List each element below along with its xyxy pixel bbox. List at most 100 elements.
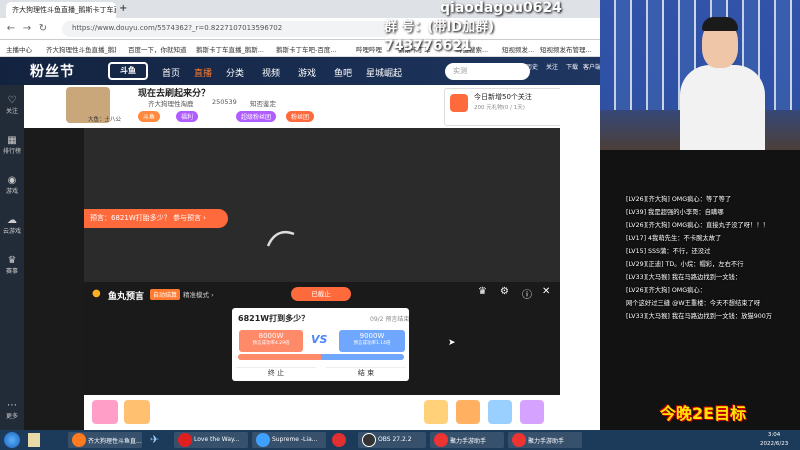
bookmark-item[interactable]: 鹅斯卡丁车直播_鹅斯... [196,44,266,54]
search-input[interactable]: 实测 [445,63,530,80]
nav-category[interactable]: 分类 [226,66,244,79]
browser-app-icon [72,433,86,447]
gamepad-icon: ◉ [7,175,17,186]
progress-fill-a [238,354,321,360]
badge-douyu[interactable]: 斗鱼 [138,111,161,122]
clock-date: 2022/6/23 [760,441,789,447]
bookmarks-bar: 主播中心 齐大狗理性斗鱼直播_鹅斯... 百度一下，你就知道 鹅斯卡丁车直播_鹅… [0,40,600,57]
webcam-person [680,65,765,150]
avatar-caption: 大鱼：土八公 [88,117,122,123]
forward-icon[interactable]: → [20,22,34,36]
obs-app-icon [362,433,376,447]
info-icon[interactable]: ⓘ [522,286,532,301]
precise-mode-link[interactable]: 精准模式 › [183,289,214,299]
bird-app-icon[interactable]: ✈ [150,433,159,446]
bookmark-item[interactable]: 主播中心 [6,44,32,54]
trophy-icon: ♛ [7,255,17,266]
new-tab-button[interactable]: + [118,2,132,18]
sidebar-item-cloud-game[interactable]: ☁ 云游戏 [0,215,24,235]
gift-icon[interactable] [124,400,150,424]
nav-game[interactable]: 游戏 [298,66,316,79]
sidebar-item-game[interactable]: ◉ 游戏 [0,175,24,195]
overlay-streamer-id: qiaodagou0624 [440,0,562,16]
client-icon[interactable]: 客户端 [582,62,602,71]
overlay-chat-line: [LV29][正迪] TD。小烷：帽彩，左右不行 [626,261,744,268]
file-explorer-icon[interactable] [28,433,40,447]
badge-super-fans[interactable]: 超级粉丝团 [236,111,277,122]
option-b-label: 9000W [359,332,385,340]
sidebar-item-esports[interactable]: ♛ 赛事 [0,255,24,275]
site-logo[interactable]: 粉丝节 [30,61,75,81]
heart-icon: ♡ [7,95,17,106]
bookmark-item[interactable]: 齐大狗理性斗鱼直播_鹅斯... [46,44,116,54]
supreme-app-icon [256,433,270,447]
flame-icon [450,94,468,112]
room-category[interactable]: 知否鉴定 [250,98,276,108]
browser-tab-active[interactable]: 齐大狗理性斗鱼直播_鹅斯卡丁车直... [6,2,116,18]
badge-welfare[interactable]: 福利 [176,111,199,122]
settings-icon[interactable]: ⚙ [500,286,509,297]
popup-title: 今日新增50个关注 [474,93,532,101]
stop-button[interactable]: 终 止 [236,367,316,379]
overlay-chat-line: [LV33][大马猴] 我在马路边找到一文钱：放猫900万 [626,313,773,320]
douyu-logo-icon[interactable]: 斗鱼 [108,62,148,80]
bookmark-item[interactable]: 百度一下，你就知道 [128,44,187,54]
option-a-odds: 预言成功率4.29倍 [252,341,290,346]
follow-icon[interactable]: 关注 [542,62,562,71]
more-icon: ⋯ [7,400,17,411]
history-icon[interactable]: 历史 [522,62,542,71]
mouse-cursor-icon: ➤ [448,338,456,348]
overlay-chat-list: [LV26][齐大狗] OMG疯心：等了等了 [LV39] 我是超强的小李哥：自… [626,194,796,326]
chat-panel [560,85,600,430]
overlay-chat-line: 网个这好过三缝 @W王重楼：今天不想结束了呀 [626,300,761,307]
cloud-icon: ☁ [7,215,17,226]
bookmark-item[interactable]: 短视频发... [502,44,534,54]
overlay-group-label: 群 号：(带ID加群) [384,20,495,35]
streamer-name[interactable]: 齐大狗理性淘鹿 [148,98,194,108]
mobile-assistant-icon [434,433,448,447]
red-app-icon[interactable] [332,433,346,447]
nav-video[interactable]: 视频 [262,66,280,79]
badge-fans[interactable]: 粉丝团 [286,111,315,122]
sidebar-item-more[interactable]: ⋯ 更多 [0,400,24,420]
option-b-button[interactable]: 9000W 预言成功率1.14倍 [339,330,405,352]
progress-fill-b [321,354,404,360]
overlay-goal: 今晚2E目标 [660,404,747,423]
gift-icon[interactable] [424,400,448,424]
gift-icon[interactable] [488,400,512,424]
fishball-icon: ● [92,288,101,299]
prediction-status-button[interactable]: 已截止 [291,287,351,301]
start-button-icon[interactable] [4,432,20,448]
option-a-button[interactable]: 8000W 预言成功率4.29倍 [239,330,303,352]
overlay-chat-line: [LV33][大马猴] 我在马路边找到一文钱： [626,274,742,281]
bookmark-item[interactable]: 鹅斯卡丁车吧-百度... [276,44,337,54]
gift-icon[interactable] [456,400,480,424]
bookmark-item[interactable]: 短视频发布管理... [540,44,592,54]
back-icon[interactable]: ← [4,22,18,36]
vs-label: VS [311,333,328,346]
nav-fishbar[interactable]: 鱼吧 [334,66,352,79]
overlay-group-number: 743776621 [384,38,472,54]
gift-icon[interactable] [92,400,118,424]
url-field[interactable]: https://www.douyu.com/5574362?_r=0.82271… [62,21,392,37]
prediction-banner[interactable]: 预言：6821W打胎多少？ 参与预言 › [84,209,228,228]
nav-home[interactable]: 首页 [162,66,180,79]
trophy-icon[interactable]: ♛ [478,286,487,297]
end-button[interactable]: 结 束 [326,367,406,379]
overlay-chat-line: [LV17] 4我萌先生：不卡腕太故了 [626,235,722,242]
close-icon[interactable]: ✕ [542,286,550,297]
sidebar-item-rank[interactable]: ▦ 排行榜 [0,135,24,155]
overlay-chat-line: [LV26][齐大狗] OMG疯心：直接丸子没了呀！！！ [626,222,769,229]
bookmark-item[interactable]: 哔哩哔哩 [356,44,382,54]
gift-icon[interactable] [520,400,544,424]
download-icon[interactable]: 下载 [562,62,582,71]
rank-icon: ▦ [7,135,17,146]
reload-icon[interactable]: ↻ [36,22,50,36]
prediction-title: 鱼丸预言 [108,292,145,302]
overlay-chat-line: [LV39] 我是超强的小李哥：自瞒哪 [626,209,724,216]
system-clock[interactable]: 3:04 2022/6/23 [760,431,788,449]
nav-live[interactable]: 直播 [194,66,212,79]
option-a-label: 8000W [258,332,284,340]
sidebar-item-follow[interactable]: ♡ 关注 [0,95,24,115]
nav-star-city[interactable]: 星城崛起 [366,66,402,79]
